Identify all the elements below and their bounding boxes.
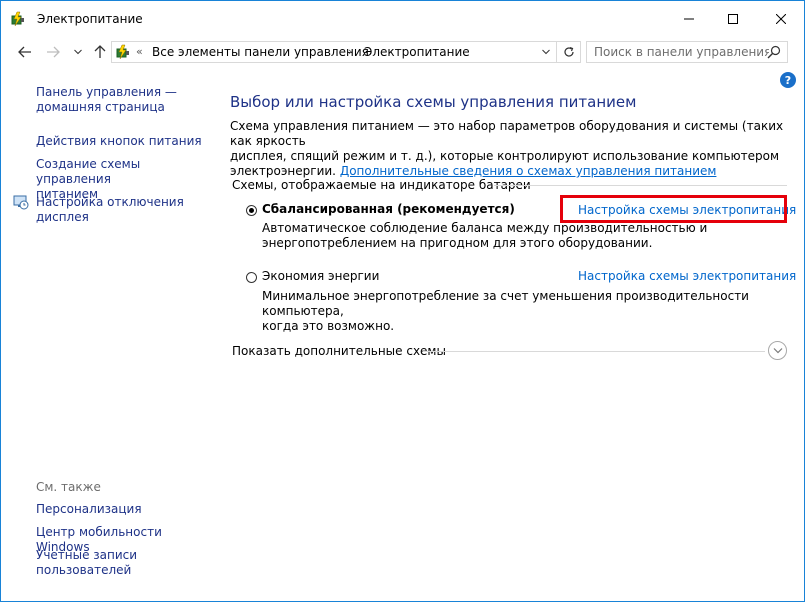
arrow-up-icon <box>94 45 106 58</box>
power-saver-plan-settings-link[interactable]: Настройка схемы электропитания <box>578 269 796 283</box>
sidebar-link-power-buttons[interactable]: Действия кнопок питания <box>36 134 206 149</box>
sidebar-link-label: Панель управления — <box>36 85 177 99</box>
group-divider <box>494 185 787 186</box>
breadcrumb-control-panel[interactable]: Все элементы панели управления <box>152 45 369 59</box>
arrow-right-icon <box>47 46 60 58</box>
address-history-button[interactable] <box>536 42 556 62</box>
plan-description-text: когда это возможно. <box>262 319 395 333</box>
see-also-heading: См. также <box>36 480 101 494</box>
power-saver-plan-radio[interactable] <box>246 272 257 283</box>
expand-button[interactable] <box>768 341 787 360</box>
close-icon <box>776 14 786 24</box>
close-button[interactable] <box>758 1 804 37</box>
maximize-icon <box>728 14 738 24</box>
breadcrumb-power-options[interactable]: Электропитание <box>364 45 470 59</box>
search-box[interactable] <box>586 41 788 63</box>
sidebar-link-personalization[interactable]: Персонализация <box>36 502 206 517</box>
sidebar-link-label: пользователей <box>36 563 132 577</box>
learn-more-link[interactable]: Дополнительные сведения о схемах управле… <box>340 164 717 178</box>
plan-group-title: Схемы, отображаемые на индикаторе батаре… <box>232 178 531 192</box>
search-input[interactable] <box>587 42 769 62</box>
sidebar-link-user-accounts[interactable]: Учетные записи пользователей <box>36 548 206 578</box>
search-icon[interactable] <box>766 44 782 60</box>
display-clock-icon <box>13 195 29 210</box>
maximize-button[interactable] <box>710 1 756 37</box>
page-title: Выбор или настройка схемы управления пит… <box>230 93 637 111</box>
chevron-down-icon <box>74 49 82 55</box>
sidebar-link-label: дисплея <box>36 210 89 224</box>
show-more-plans-label[interactable]: Показать дополнительные схемы <box>232 344 446 358</box>
window-title: Электропитание <box>37 12 143 26</box>
sidebar-link-control-panel-home[interactable]: Панель управления — домашняя страница <box>36 85 206 115</box>
minimize-icon <box>684 18 694 20</box>
show-more-divider <box>423 351 765 352</box>
plan-description-text: энергопотреблением на пригодном для этог… <box>262 236 653 250</box>
sidebar-link-label: Создание схемы управления <box>36 157 141 186</box>
breadcrumb-overflow-icon[interactable]: « <box>136 45 143 58</box>
power-options-icon <box>116 44 129 60</box>
sidebar-link-display-off[interactable]: Настройка отключения дисплея <box>36 195 206 225</box>
balanced-plan-description: Автоматическое соблюдение баланса между … <box>262 221 782 251</box>
breadcrumb-separator-icon[interactable]: › <box>348 45 352 58</box>
refresh-button[interactable] <box>556 42 581 62</box>
description-text: Схема управления питанием — это набор па… <box>230 119 784 148</box>
balanced-plan-name[interactable]: Сбалансированная (рекомендуется) <box>262 202 515 216</box>
sidebar-link-label: Настройка отключения <box>36 195 184 209</box>
page-description: Схема управления питанием — это набор па… <box>230 119 785 179</box>
title-bar: Электропитание <box>1 1 804 37</box>
sidebar-link-label: домашняя страница <box>36 100 165 114</box>
chevron-down-icon <box>773 348 782 354</box>
help-icon[interactable]: ? <box>780 72 796 88</box>
power-saver-plan-description: Минимальное энергопотребление за счет ум… <box>262 289 782 334</box>
power-saver-plan-name[interactable]: Экономия энергии <box>262 269 379 283</box>
highlight-box <box>560 195 787 223</box>
address-bar[interactable]: « Все элементы панели управления › Элект… <box>111 41 581 63</box>
recent-dropdown-button[interactable] <box>68 43 88 61</box>
forward-button[interactable] <box>43 43 63 61</box>
power-options-window: Электропитание « Все элементы панели упр… <box>0 0 805 602</box>
power-options-icon <box>11 11 24 27</box>
description-text: электроэнергии. <box>230 164 336 178</box>
plan-description-text: Минимальное энергопотребление за счет ум… <box>262 289 749 318</box>
arrow-left-icon <box>18 46 31 58</box>
back-button[interactable] <box>15 43 35 61</box>
balanced-plan-radio[interactable] <box>246 205 257 216</box>
description-text: дисплея, спящий режим и т. д.), которые … <box>230 149 779 163</box>
minimize-button[interactable] <box>666 1 712 37</box>
refresh-icon <box>564 46 574 57</box>
plan-description-text: Автоматическое соблюдение баланса между … <box>262 221 708 235</box>
sidebar-link-label: Учетные записи <box>36 548 138 562</box>
up-button[interactable] <box>90 43 110 61</box>
chevron-down-icon <box>542 49 550 55</box>
